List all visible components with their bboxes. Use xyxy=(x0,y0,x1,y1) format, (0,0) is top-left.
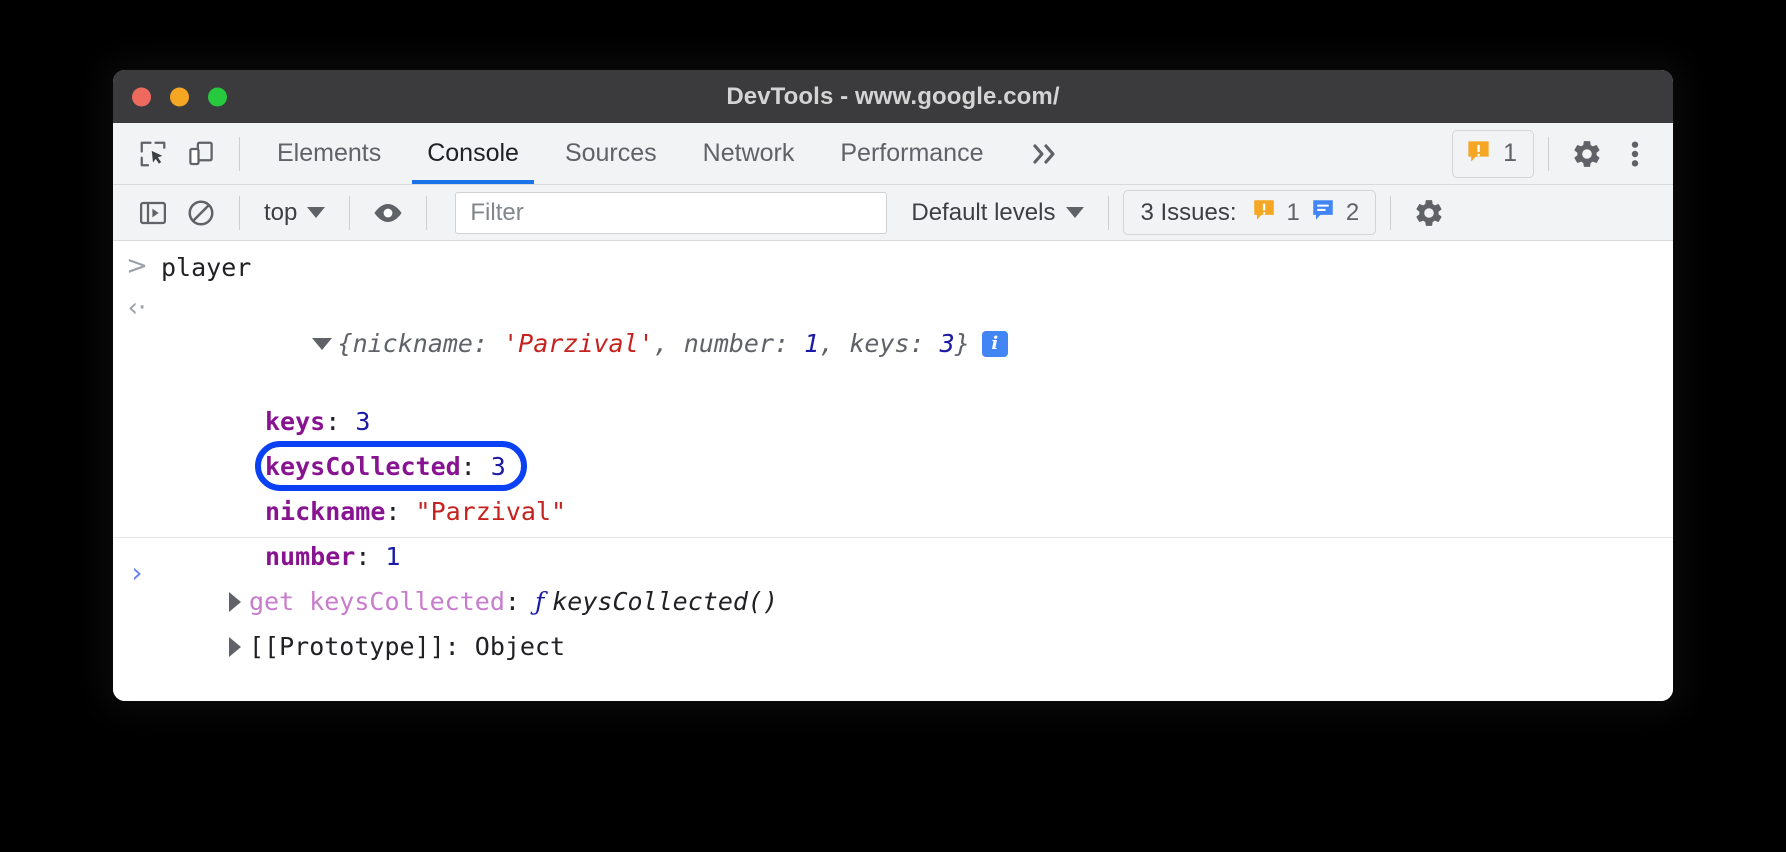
maximize-window-button[interactable] xyxy=(208,87,227,106)
warning-count: 1 xyxy=(1503,141,1517,166)
console-input-line[interactable]: > player xyxy=(113,241,1673,289)
output-prompt-icon: ‹· xyxy=(128,295,147,321)
tab-network[interactable]: Network xyxy=(680,123,818,184)
property-value: 3 xyxy=(355,407,370,436)
kebab-menu-icon[interactable] xyxy=(1611,130,1659,178)
devtools-tab-bar: Elements Console Sources Network Perform… xyxy=(113,123,1673,185)
tab-sources-label: Sources xyxy=(565,139,657,168)
console-toolbar-divider-2 xyxy=(349,196,350,230)
window-title-bar: DevTools - www.google.com/ xyxy=(113,70,1673,123)
live-expression-icon[interactable] xyxy=(364,189,412,237)
preview-sep-2: , xyxy=(819,329,849,358)
warning-icon xyxy=(1251,197,1277,228)
property-key: keys xyxy=(265,407,325,436)
window-title: DevTools - www.google.com/ xyxy=(113,83,1673,111)
property-separator: : xyxy=(385,497,415,526)
issues-warning-count: 1 xyxy=(1287,201,1300,225)
issues-label: 3 Issues: xyxy=(1140,199,1236,227)
object-properties-list: keys: 3 keysCollected: 3 nickname: "Parz… xyxy=(113,399,1673,669)
tab-sources[interactable]: Sources xyxy=(542,123,680,184)
preview-key-keys: keys: xyxy=(849,329,939,358)
prototype-value: Object xyxy=(475,632,565,661)
object-preview[interactable]: {nickname: 'Parzival', number: 1, keys: … xyxy=(161,293,1008,395)
preview-sep-1: , xyxy=(654,329,684,358)
property-row-keyscollected[interactable]: keysCollected: 3 xyxy=(265,444,1673,489)
chevron-down-icon xyxy=(1066,207,1084,218)
tab-performance[interactable]: Performance xyxy=(817,123,1006,184)
search-input[interactable]: Filter xyxy=(455,192,887,234)
preview-key-nickname: nickname: xyxy=(353,329,504,358)
gear-icon[interactable] xyxy=(1563,130,1611,178)
inspect-element-icon[interactable] xyxy=(129,130,177,178)
console-toolbar-divider-5 xyxy=(1390,196,1391,230)
clear-console-icon[interactable] xyxy=(177,189,225,237)
tab-bar-actions: 1 xyxy=(1452,130,1673,178)
console-output[interactable]: > player ‹· {nickname: 'Parzival', numbe… xyxy=(113,241,1673,701)
toolbar-divider xyxy=(239,137,240,171)
property-row-nickname[interactable]: nickname: "Parzival" xyxy=(265,489,1673,534)
warning-icon xyxy=(1465,138,1492,170)
input-prompt-icon: > xyxy=(126,253,148,279)
warning-count-badge[interactable]: 1 xyxy=(1452,130,1534,178)
preview-value-nickname: 'Parzival' xyxy=(503,329,654,358)
tab-elements[interactable]: Elements xyxy=(254,123,404,184)
property-key: keysCollected xyxy=(265,452,461,481)
devtools-window: DevTools - www.google.com/ Elements Cons… xyxy=(113,70,1673,701)
property-separator: : xyxy=(461,452,491,481)
console-result-line[interactable]: ‹· {nickname: 'Parzival', number: 1, key… xyxy=(113,289,1673,399)
preview-key-number: number: xyxy=(684,329,804,358)
input-prompt-gutter: > xyxy=(113,251,161,279)
panel-tabs: Elements Console Sources Network Perform… xyxy=(254,123,1084,184)
filter-placeholder: Filter xyxy=(470,199,523,227)
execution-context-label: top xyxy=(264,199,297,227)
preview-value-number: 1 xyxy=(804,329,819,358)
console-prompt-line[interactable]: › xyxy=(113,551,1673,593)
preview-close-brace: } xyxy=(955,329,970,358)
prototype-separator: : xyxy=(445,632,475,661)
expand-toggle-icon[interactable] xyxy=(229,637,241,657)
log-levels-label: Default levels xyxy=(911,199,1055,227)
console-toolbar-divider-4 xyxy=(1108,196,1109,230)
console-prompt-icon: › xyxy=(131,559,142,587)
tab-console-label: Console xyxy=(427,139,519,168)
tab-network-label: Network xyxy=(703,139,795,168)
gear-icon[interactable] xyxy=(1405,189,1453,237)
issues-info-count: 2 xyxy=(1346,201,1359,225)
console-toolbar: top Filter Default levels 3 Issues xyxy=(113,185,1673,241)
expand-toggle-icon[interactable] xyxy=(229,592,241,612)
prototype-key: [[Prototype]] xyxy=(249,632,445,661)
preview-value-keys: 3 xyxy=(940,329,955,358)
property-key: nickname xyxy=(265,497,385,526)
tab-console[interactable]: Console xyxy=(404,123,542,184)
tab-elements-label: Elements xyxy=(277,139,381,168)
console-input-text: player xyxy=(161,251,251,285)
property-value: 3 xyxy=(491,452,506,481)
object-info-icon[interactable]: i xyxy=(982,331,1008,357)
console-sidebar-icon[interactable] xyxy=(129,189,177,237)
console-toolbar-divider-1 xyxy=(239,196,240,230)
issue-info-icon xyxy=(1310,197,1336,228)
traffic-light-buttons xyxy=(132,87,227,106)
tab-bar-actions-divider xyxy=(1548,137,1549,171)
issues-badge[interactable]: 3 Issues: 1 2 xyxy=(1123,190,1376,235)
prompt-gutter: › xyxy=(113,557,161,587)
property-row-keys[interactable]: keys: 3 xyxy=(265,399,1673,444)
log-levels-select[interactable]: Default levels xyxy=(901,194,1094,232)
output-prompt-gutter: ‹· xyxy=(113,293,161,321)
device-toolbar-icon[interactable] xyxy=(177,130,225,178)
expand-toggle-icon[interactable] xyxy=(312,338,332,350)
minimize-window-button[interactable] xyxy=(170,87,189,106)
property-value: "Parzival" xyxy=(416,497,567,526)
console-divider xyxy=(113,537,1673,538)
preview-open-brace: { xyxy=(338,329,353,358)
more-tabs-icon[interactable] xyxy=(1006,123,1084,184)
property-row-prototype[interactable]: [[Prototype]]: Object xyxy=(229,624,1673,669)
screen-background: DevTools - www.google.com/ Elements Cons… xyxy=(0,0,1786,852)
console-toolbar-divider-3 xyxy=(426,196,427,230)
tab-performance-label: Performance xyxy=(840,139,983,168)
close-window-button[interactable] xyxy=(132,87,151,106)
execution-context-select[interactable]: top xyxy=(254,194,335,232)
chevron-down-icon xyxy=(307,207,325,218)
property-separator: : xyxy=(325,407,355,436)
